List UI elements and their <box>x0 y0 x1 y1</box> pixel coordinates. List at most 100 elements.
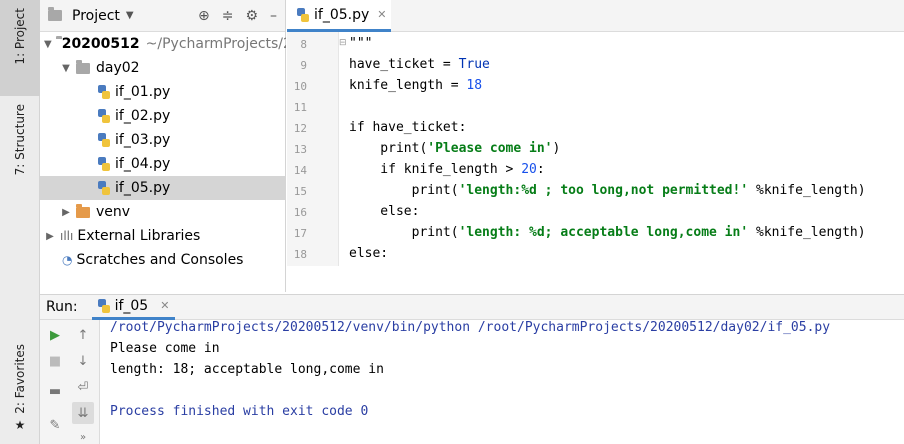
left-tool-stripe: 1: Project 7: Structure 2: Favorites ★ <box>0 0 40 444</box>
layout-icon[interactable]: ▬ <box>44 380 66 402</box>
code-line: print('length:%d ; too long,not permitte… <box>349 183 866 198</box>
fold-marker-icon[interactable]: ⊟ <box>339 38 347 48</box>
chevron-right-icon[interactable]: ▶ <box>60 207 72 218</box>
code-text: %knife_length) <box>748 225 866 240</box>
line-number: 11 <box>293 101 307 114</box>
rerun-icon[interactable]: ▶ <box>44 324 66 346</box>
tree-row-if04[interactable]: if_04.py <box>40 152 286 176</box>
tree-row-external-libraries[interactable]: ▶ ıllı External Libraries <box>40 224 286 248</box>
folder-icon <box>48 7 62 21</box>
code-keyword: True <box>458 57 490 72</box>
line-number: 18 <box>293 248 307 261</box>
run-toolbar: ▶ ↑ ■ ↓ ▬ ⏎ ⇊ ✎ » <box>40 320 100 444</box>
tree-path: ~/PycharmProjects/2 <box>145 36 286 52</box>
chevron-down-icon[interactable]: ▼ <box>126 10 134 21</box>
soft-wrap-icon[interactable]: ⏎ <box>72 376 94 398</box>
run-tab-if05[interactable]: if_05 ✕ <box>91 294 176 320</box>
tree-row-venv[interactable]: ▶ venv <box>40 200 286 224</box>
tab-structure-side-label: 7: Structure <box>13 104 27 176</box>
tree-label: External Libraries <box>77 228 201 244</box>
tree-label: if_05.py <box>115 180 171 196</box>
code-text: have_ticket = <box>349 57 459 72</box>
collapse-icon[interactable]: ≑ <box>222 8 234 24</box>
code-text: print( <box>349 183 459 198</box>
console-line: Please come in <box>110 341 220 356</box>
code-line: have_ticket = True <box>349 57 490 72</box>
code-text: print( <box>349 141 428 156</box>
code-text: if knife_length > <box>349 162 522 177</box>
code-string: 'Please come in' <box>427 141 553 156</box>
gear-icon[interactable]: ⚙ <box>245 8 258 24</box>
tree-row-scratches[interactable]: ◔ Scratches and Consoles <box>40 248 286 272</box>
line-number: 10 <box>293 80 307 93</box>
code-line: print('length: %d; acceptable long,come … <box>349 225 866 240</box>
tree-row-project-root[interactable]: ▼ 20200512 ~/PycharmProjects/2 <box>40 32 286 56</box>
tree-row-if05[interactable]: if_05.py <box>40 176 286 200</box>
console-line: length: 18; acceptable long,come in <box>110 362 384 377</box>
tree-label: day02 <box>96 60 140 76</box>
stop-icon[interactable]: ■ <box>44 350 66 372</box>
close-icon[interactable]: ✕ <box>160 299 169 312</box>
project-panel: Project ▼ ⊕ ≑ ⚙ – ▼ 20200512 ~/PycharmPr… <box>40 0 286 292</box>
code-line: else: <box>349 246 388 261</box>
arrow-up-icon[interactable]: ↑ <box>72 324 94 346</box>
tree-row-if02[interactable]: if_02.py <box>40 104 286 128</box>
console-line: Process finished with exit code 0 <box>110 404 369 419</box>
line-number: 17 <box>293 227 307 240</box>
tab-if05[interactable]: if_05.py ✕ <box>287 0 391 32</box>
folder-icon <box>76 59 90 74</box>
library-icon: ıllı <box>60 229 74 243</box>
tree-label: if_03.py <box>115 132 171 148</box>
project-panel-title[interactable]: Project <box>72 8 120 24</box>
tree-row-if01[interactable]: if_01.py <box>40 80 286 104</box>
line-number: 12 <box>293 122 307 135</box>
tab-project-side-label: 1: Project <box>13 8 27 65</box>
editor-gutter: 8 9 10 11 12 13 14 15 16 17 18 <box>287 32 339 266</box>
tree-row-day02[interactable]: ▼ day02 <box>40 56 286 80</box>
code-editor[interactable]: """ have_ticket = True knife_length = 18… <box>349 32 904 266</box>
line-number: 8 <box>300 38 307 51</box>
run-console[interactable]: /root/PycharmProjects/20200512/venv/bin/… <box>100 320 904 444</box>
python-file-icon <box>98 157 110 171</box>
folder-icon <box>76 203 90 218</box>
code-number: 20 <box>521 162 537 177</box>
code-string: 'length:%d ; too long,not permitted!' <box>458 183 749 198</box>
code-text: : <box>536 162 545 177</box>
line-number: 9 <box>300 59 307 72</box>
minimize-icon[interactable]: – <box>270 8 277 24</box>
tab-favorites-side-label: 2: Favorites <box>13 344 27 414</box>
more-icon[interactable]: » <box>72 426 94 444</box>
tab-label: if_05.py <box>314 6 370 23</box>
locate-icon[interactable]: ⊕ <box>198 8 210 24</box>
code-text: else: <box>349 246 389 261</box>
code-line: knife_length = 18 <box>349 78 482 93</box>
python-file-icon <box>97 298 110 313</box>
chevron-right-icon[interactable]: ▶ <box>44 231 56 242</box>
code-line: print('Please come in') <box>349 141 560 156</box>
chevron-down-icon[interactable]: ▼ <box>60 63 72 74</box>
code-text: if have_ticket: <box>349 120 467 135</box>
close-icon[interactable]: ✕ <box>377 8 386 21</box>
line-number: 14 <box>293 164 307 177</box>
python-file-icon <box>297 7 309 22</box>
tree-row-if03[interactable]: if_03.py <box>40 128 286 152</box>
tab-favorites-side[interactable]: 2: Favorites ★ <box>0 340 40 440</box>
code-string: 'length: %d; acceptable long,come in' <box>458 225 749 240</box>
arrow-down-icon[interactable]: ↓ <box>72 350 94 372</box>
python-file-icon <box>98 85 110 99</box>
pin-icon[interactable]: ✎ <box>44 414 66 436</box>
code-text: """ <box>349 36 373 51</box>
scroll-to-end-icon[interactable]: ⇊ <box>72 402 94 424</box>
tab-project-side[interactable]: 1: Project <box>0 0 40 96</box>
code-line: if knife_length > 20: <box>349 162 545 177</box>
tab-structure-side[interactable]: 7: Structure <box>0 100 40 178</box>
tree-label: if_01.py <box>115 84 171 100</box>
tree-label: venv <box>96 204 131 220</box>
tree-label: if_04.py <box>115 156 171 172</box>
chevron-down-icon[interactable]: ▼ <box>44 39 52 50</box>
code-text: knife_length = <box>349 78 467 93</box>
code-text: print( <box>349 225 459 240</box>
python-file-icon <box>98 181 110 195</box>
tree-label: Scratches and Consoles <box>76 252 244 268</box>
code-text: ) <box>552 141 561 156</box>
